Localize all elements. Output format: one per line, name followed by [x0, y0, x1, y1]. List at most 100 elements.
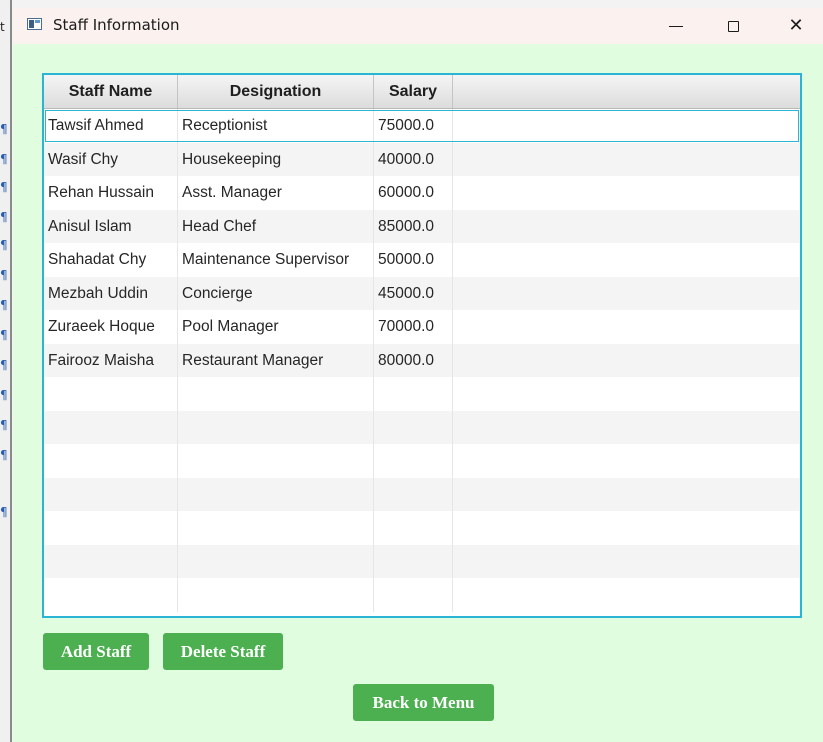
table-cell	[178, 410, 374, 444]
table-cell	[374, 377, 453, 411]
table-cell	[374, 544, 453, 578]
table-cell: Mezbah Uddin	[44, 276, 178, 310]
table-cell	[44, 477, 178, 511]
table-cell: Tawsif Ahmed	[44, 109, 178, 143]
background-glyph: ¶	[0, 210, 8, 224]
column-header-filler	[453, 75, 800, 108]
table-row[interactable]: Rehan Hussain Asst. Manager 60000.0	[44, 176, 800, 210]
background-glyph: ¶	[0, 298, 8, 312]
background-window-strip: t ¶ ¶ ¶ ¶ ¶ ¶ ¶ ¶ ¶ ¶ ¶ ¶ ¶	[0, 0, 12, 742]
column-header-designation[interactable]: Designation	[178, 75, 374, 108]
back-to-menu-button[interactable]: Back to Menu	[353, 684, 494, 721]
table-cell	[374, 477, 453, 511]
table-cell: Head Chef	[178, 209, 374, 243]
table-cell	[44, 410, 178, 444]
table-cell	[453, 277, 800, 311]
table-row[interactable]: Shahadat Chy Maintenance Supervisor 50000.…	[44, 243, 800, 277]
table-cell: Zuraeek Hoque	[44, 310, 178, 344]
table-cell	[453, 545, 800, 579]
table-cell	[44, 511, 178, 545]
table-row[interactable]: Zuraeek Hoque Pool Manager 70000.0	[44, 310, 800, 344]
empty-table-row[interactable]	[44, 477, 800, 511]
table-cell: 60000.0	[374, 176, 453, 210]
background-glyph: ¶	[0, 358, 8, 372]
table-cell	[178, 377, 374, 411]
table-cell	[453, 243, 800, 277]
maximize-icon	[727, 20, 739, 32]
table-cell	[453, 143, 800, 177]
table-cell: 85000.0	[374, 209, 453, 243]
background-glyph: ¶	[0, 152, 8, 166]
table-cell: 45000.0	[374, 276, 453, 310]
table-cell	[44, 377, 178, 411]
table-row[interactable]: Anisul Islam Head Chef 85000.0	[44, 209, 800, 244]
delete-staff-button[interactable]: Delete Staff	[163, 633, 283, 670]
empty-table-row[interactable]	[44, 511, 800, 545]
background-window-edge	[10, 0, 12, 742]
background-glyph: ¶	[0, 268, 8, 282]
table-cell	[453, 310, 800, 344]
table-cell	[44, 578, 178, 612]
table-cell: Pool Manager	[178, 310, 374, 344]
table-cell: Fairooz Maisha	[44, 343, 178, 377]
table-cell: 80000.0	[374, 343, 453, 377]
table-cell: Receptionist	[178, 109, 374, 143]
maximize-button[interactable]	[710, 8, 756, 44]
empty-table-row[interactable]	[44, 544, 800, 579]
table-cell: 40000.0	[374, 142, 453, 176]
table-cell	[44, 544, 178, 578]
table-cell: Maintenance Supervisor	[178, 243, 374, 277]
table-cell	[453, 109, 800, 143]
staff-table[interactable]: Staff Name Designation Salary Tawsif Ahm…	[42, 73, 802, 618]
table-cell	[453, 344, 800, 378]
background-glyph: ¶	[0, 388, 8, 402]
column-header-staff-name[interactable]: Staff Name	[44, 75, 178, 108]
close-button[interactable]: ✕	[773, 8, 819, 44]
table-row[interactable]: Tawsif Ahmed Receptionist 75000.0	[44, 109, 800, 143]
title-bar[interactable]: Staff Information ✕	[13, 8, 823, 44]
table-cell	[178, 578, 374, 612]
empty-table-row[interactable]	[44, 578, 800, 612]
background-glyph: ¶	[0, 328, 8, 342]
table-cell: 50000.0	[374, 243, 453, 277]
table-cell: Asst. Manager	[178, 176, 374, 210]
minimize-button[interactable]	[653, 8, 699, 44]
empty-table-row[interactable]	[44, 377, 800, 411]
table-cell	[374, 410, 453, 444]
table-cell: Restaurant Manager	[178, 343, 374, 377]
column-header-salary[interactable]: Salary	[374, 75, 453, 108]
background-glyph: ¶	[0, 505, 8, 519]
table-row[interactable]: Fairooz Maisha Restaurant Manager 80000.0	[44, 343, 800, 378]
table-cell	[374, 444, 453, 478]
table-body: Tawsif Ahmed Receptionist 75000.0 Wasif Chy…	[44, 109, 800, 612]
background-glyph: ¶	[0, 180, 8, 194]
window-title: Staff Information	[53, 16, 180, 34]
empty-table-row[interactable]	[44, 410, 800, 445]
table-cell	[374, 511, 453, 545]
table-cell	[453, 411, 800, 445]
table-cell	[453, 176, 800, 210]
table-cell	[374, 578, 453, 612]
app-window-icon	[27, 18, 42, 30]
table-cell: Concierge	[178, 276, 374, 310]
table-cell	[178, 477, 374, 511]
add-staff-button[interactable]: Add Staff	[43, 633, 149, 670]
table-cell: Rehan Hussain	[44, 176, 178, 210]
background-glyph: ¶	[0, 238, 8, 252]
table-cell: Anisul Islam	[44, 209, 178, 243]
background-glyph: ¶	[0, 448, 8, 462]
table-cell: Housekeeping	[178, 142, 374, 176]
table-cell: Wasif Chy	[44, 142, 178, 176]
table-cell	[44, 444, 178, 478]
staff-information-window: Staff Information ✕ Staff Name Designati…	[13, 8, 823, 742]
table-cell	[178, 511, 374, 545]
table-row[interactable]: Wasif Chy Housekeeping 40000.0	[44, 142, 800, 177]
background-glyph: ¶	[0, 418, 8, 432]
table-cell	[453, 210, 800, 244]
table-cell	[453, 377, 800, 411]
empty-table-row[interactable]	[44, 444, 800, 478]
table-cell: 75000.0	[374, 109, 453, 143]
table-row[interactable]: Mezbah Uddin Concierge 45000.0	[44, 276, 800, 311]
table-cell: Shahadat Chy	[44, 243, 178, 277]
table-cell	[178, 544, 374, 578]
